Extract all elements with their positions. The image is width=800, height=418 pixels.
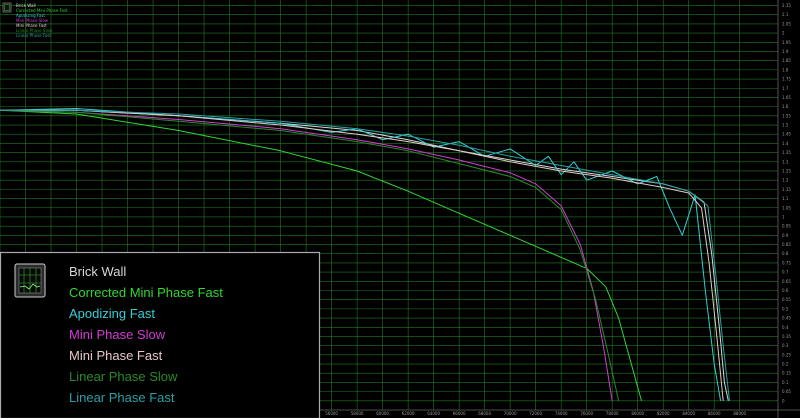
x-tick-label: 88000: [733, 411, 746, 416]
legend-item: Mini Phase Slow: [69, 327, 166, 342]
x-tick-label: 70000: [504, 411, 517, 416]
x-tick-label: 66000: [453, 411, 466, 416]
y-tick-label: 0.9: [782, 233, 789, 238]
y-tick-label: 1.15: [782, 187, 791, 192]
x-tick-label: 60000: [376, 411, 389, 416]
y-tick-label: 0.6: [782, 288, 789, 293]
y-tick-label: 0.75: [782, 260, 791, 265]
x-tick-label: 64000: [427, 411, 440, 416]
y-tick-label: 0.7: [782, 270, 789, 275]
y-tick-label: 0.1: [782, 380, 789, 385]
x-tick-label: 80000: [631, 411, 644, 416]
y-tick-label: 1.2: [782, 178, 789, 183]
y-tick-label: 1.25: [782, 168, 791, 173]
legend-item: Apodizing Fast: [69, 306, 155, 321]
mini-legend-item: Linear Phase Fast: [16, 33, 51, 38]
legend-item: Mini Phase Fast: [69, 348, 163, 363]
x-tick-labels: 56000 58000 60000 62000 64000 66000 68000 70000…: [325, 411, 746, 416]
legend-box: Brick Wall Corrected Mini Phase Fast Apodi…: [0, 251, 321, 418]
y-tick-label: 0.4: [782, 325, 789, 330]
y-tick-label: 1.35: [782, 150, 791, 155]
y-tick-label: 1.9: [782, 49, 789, 54]
legend-item: Corrected Mini Phase Fast: [69, 285, 223, 300]
y-tick-label: 0.5: [782, 306, 789, 311]
x-tick-label: 78000: [606, 411, 619, 416]
legend-item: Linear Phase Fast: [69, 390, 175, 405]
y-tick-label: 1.1: [782, 196, 789, 201]
frequency-response-chart: 00.050.10.150.20.250.30.350.40.450.50.55…: [0, 0, 800, 418]
y-tick-label: 1.4: [782, 141, 789, 146]
x-tick-label: 84000: [682, 411, 695, 416]
y-tick-label: 0.05: [782, 389, 791, 394]
x-tick-label: 56000: [325, 411, 338, 416]
y-tick-label: 1.5: [782, 123, 789, 128]
y-tick-label: 0.25: [782, 352, 791, 357]
y-tick-label: 0.85: [782, 242, 791, 247]
y-tick-label: 1.85: [782, 58, 791, 63]
x-tick-label: 68000: [478, 411, 491, 416]
y-tick-label: 2.05: [782, 21, 791, 26]
y-tick-label: 1.8: [782, 67, 789, 72]
y-tick-label: 2.1: [782, 12, 789, 17]
y-tick-label: 1.45: [782, 132, 791, 137]
legend-item: Linear Phase Slow: [69, 369, 178, 384]
y-tick-label: 0.35: [782, 334, 791, 339]
y-tick-label: 1.7: [782, 86, 789, 91]
y-tick-label: 0.65: [782, 279, 791, 284]
y-tick-label: 0.3: [782, 343, 789, 348]
x-tick-label: 62000: [402, 411, 415, 416]
y-tick-label: 1.3: [782, 159, 789, 164]
x-tick-label: 82000: [657, 411, 670, 416]
y-tick-label: 1.95: [782, 40, 791, 45]
y-tick-label: 0.55: [782, 297, 791, 302]
y-tick-label: 1.65: [782, 95, 791, 100]
y-tick-label: 0.8: [782, 251, 789, 256]
y-tick-label: 2.15: [782, 3, 791, 8]
y-tick-label: 1.6: [782, 104, 789, 109]
y-tick-label: 0.15: [782, 371, 791, 376]
y-tick-label: 0.45: [782, 316, 791, 321]
y-tick-label: 0.2: [782, 362, 789, 367]
y-tick-label: 1.05: [782, 205, 791, 210]
x-tick-label: 74000: [555, 411, 568, 416]
x-tick-label: 72000: [529, 411, 542, 416]
legend-item: Brick Wall: [69, 264, 126, 279]
y-tick-label: 1.55: [782, 113, 791, 118]
x-tick-label: 76000: [580, 411, 593, 416]
y-tick-label: 0.95: [782, 224, 791, 229]
x-tick-label: 86000: [708, 411, 721, 416]
legend-chart-icon: [14, 263, 46, 298]
y-tick-label: 1.75: [782, 77, 791, 82]
x-tick-label: 58000: [351, 411, 364, 416]
